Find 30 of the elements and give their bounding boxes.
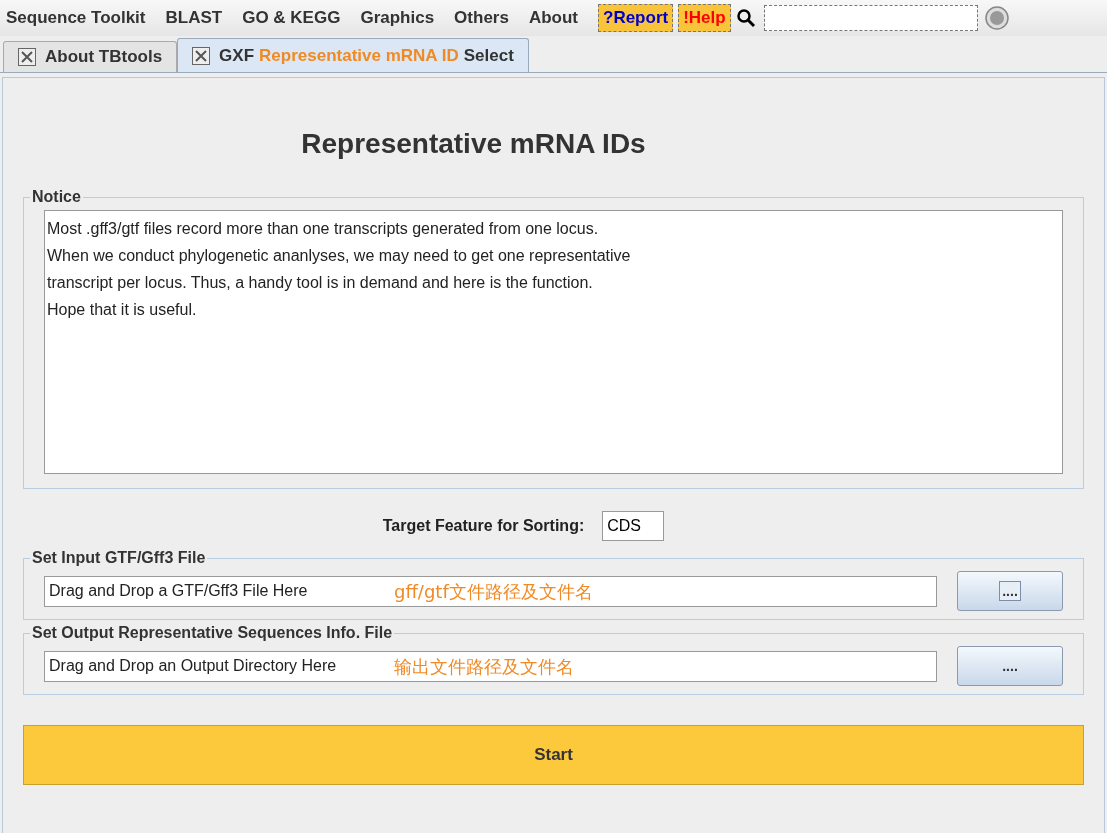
menu-item[interactable]: About [528,8,578,28]
annotation-text: 输出文件路径及文件名 [394,654,574,679]
notice-line: transcript per locus. Thus, a handy tool is in demand and here is the function. [47,273,594,293]
browse-button[interactable]: .... [957,571,1063,611]
circle-icon[interactable] [983,5,1010,31]
menu-item[interactable]: BLAST [165,8,223,28]
search-icon [735,8,756,28]
menu-item[interactable]: GO & KEGG [242,8,341,28]
menu-item[interactable]: Sequence Toolkit [6,8,146,28]
group-label: Notice [31,188,82,206]
group-label: Set Input GTF/Gff3 File [31,549,207,567]
tab[interactable]: About TBtools [3,41,178,72]
search-field[interactable] [763,5,978,31]
page-title: Representative mRNA IDs [301,128,646,160]
tab[interactable]: GXF Representative mRNA ID Select [177,38,529,72]
start-button[interactable]: Start [23,725,1084,785]
close-icon[interactable] [192,46,211,65]
notice-text-area[interactable] [44,210,1063,474]
notice-line: When we conduct phylogenetic ananlyses, we may need to get one representative [47,246,632,266]
notice-line: Most .gff3/gtf files record more than one transcripts generated from one locus. [47,219,600,239]
menu-item[interactable]: Graphics [360,8,435,28]
close-icon[interactable] [18,48,36,66]
notice-line: Hope that it is useful. [47,300,198,320]
annotation-text: gff/gtf文件路径及文件名 [394,579,593,604]
browse-button[interactable]: .... [957,646,1063,686]
menu-button[interactable]: ?Report [598,4,674,32]
menu-item[interactable]: Others [454,8,509,28]
field-label: Target Feature for Sorting: [382,517,585,535]
target-feature-field[interactable]: CDS [602,511,665,541]
group-label: Set Output Representative Sequences Info. File [31,624,394,642]
